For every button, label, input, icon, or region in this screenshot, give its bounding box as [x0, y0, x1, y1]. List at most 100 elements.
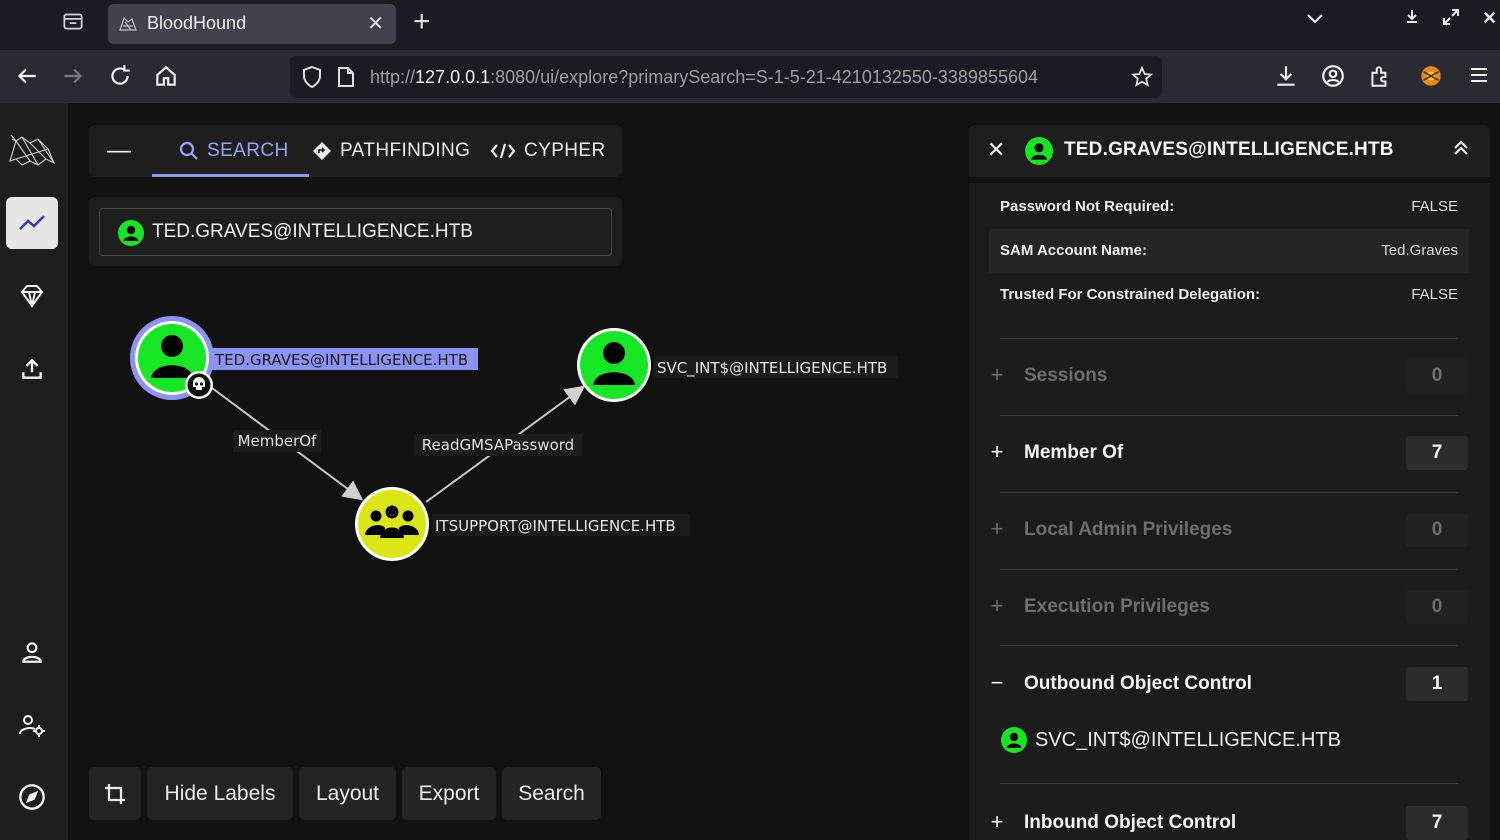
explore-nav-icon[interactable] [6, 197, 58, 249]
code-icon [490, 143, 516, 159]
back-icon[interactable] [14, 63, 40, 89]
collapse-icon: − [990, 670, 1004, 695]
tab-list-icon[interactable] [60, 8, 88, 36]
new-tab-button[interactable]: + [413, 5, 431, 39]
property-key: Trusted For Constrained Delegation: [1000, 286, 1261, 303]
shield-icon[interactable] [301, 65, 323, 94]
reload-icon[interactable] [107, 63, 133, 89]
outbound-object-label: SVC_INT$@INTELLIGENCE.HTB [1035, 728, 1341, 751]
search-input[interactable]: TED.GRAVES@INTELLIGENCE.HTB [99, 208, 612, 256]
graph-view[interactable]: MemberOf ReadGMSAPassword TED.GRAVES@INT… [68, 280, 968, 750]
extension-badge-icon[interactable] [1418, 63, 1444, 89]
admin-settings-icon[interactable] [6, 699, 58, 751]
section-label: Local Admin Privileges [1024, 519, 1233, 540]
user-node-icon [1001, 727, 1027, 753]
outbound-object-item[interactable]: SVC_INT$@INTELLIGENCE.HTB [1001, 727, 1341, 753]
node-label-svc-int-text: SVC_INT$@INTELLIGENCE.HTB [657, 359, 887, 378]
group-management-gem-icon[interactable] [6, 270, 58, 322]
graph-node-label-itsupport: ITSUPPORT@INTELLIGENCE.HTB [432, 514, 690, 536]
maximize-window-icon[interactable] [1442, 8, 1460, 31]
bookmark-star-icon[interactable] [1130, 65, 1154, 94]
tab-close-icon[interactable]: ✕ [367, 11, 384, 36]
expand-icon: + [990, 439, 1004, 464]
property-key: SAM Account Name: [1000, 242, 1147, 259]
section-outbound-object-control[interactable]: − Outbound Object Control 1 [989, 664, 1469, 704]
property-value: FALSE [1411, 198, 1458, 215]
tab-title: BloodHound [147, 13, 247, 33]
menu-icon[interactable] [1467, 63, 1493, 89]
app-sidebar [0, 103, 68, 840]
search-mode-tabs: — SEARCH PATHFINDING CYPHER [89, 125, 622, 177]
layout-button[interactable]: Layout [299, 767, 396, 820]
section-label: Sessions [1024, 365, 1108, 386]
user-node-icon [118, 220, 144, 251]
graph-node-label-ted-graves: TED.GRAVES@INTELLIGENCE.HTB [212, 348, 478, 370]
section-inbound-object-control[interactable]: + Inbound Object Control 7 [989, 803, 1469, 840]
tab-pathfinding[interactable]: PATHFINDING [312, 140, 470, 162]
property-value: Ted.Graves [1381, 242, 1458, 259]
url-host: 127.0.0.1 [415, 67, 491, 87]
tab-cypher-label: CYPHER [524, 140, 606, 161]
active-tab-indicator [152, 174, 309, 177]
account-icon[interactable] [1320, 63, 1346, 89]
section-member-of[interactable]: + Member Of 7 [989, 433, 1469, 473]
page-info-icon[interactable] [337, 66, 355, 93]
section-count: 0 [1406, 513, 1468, 547]
upload-icon[interactable] [6, 343, 58, 395]
divider [1000, 338, 1458, 339]
graph-node-svc-int[interactable] [577, 328, 651, 402]
home-icon[interactable] [153, 63, 179, 89]
diamond-arrow-icon [313, 142, 331, 160]
section-local-admin-privileges[interactable]: + Local Admin Privileges 0 [989, 510, 1469, 550]
profile-icon[interactable] [6, 626, 58, 678]
extensions-icon[interactable] [1367, 63, 1393, 89]
hide-labels-button[interactable]: Hide Labels [147, 767, 293, 820]
compass-icon[interactable] [6, 771, 58, 823]
property-row: Password Not Required: FALSE [989, 185, 1469, 229]
collapse-panel-icon[interactable] [1452, 138, 1470, 163]
browser-tab[interactable]: BloodHound ✕ [108, 4, 396, 44]
downloads-icon[interactable] [1273, 63, 1299, 89]
property-row: Trusted For Constrained Delegation: FALS… [989, 273, 1469, 317]
divider [1000, 783, 1458, 784]
section-count: 0 [1406, 590, 1468, 624]
divider [1000, 645, 1458, 646]
url-text: http://127.0.0.1:8080/ui/explore?primary… [370, 67, 1110, 88]
graph-node-ted-graves[interactable] [130, 316, 214, 400]
property-key: Password Not Required: [1000, 198, 1175, 215]
section-sessions[interactable]: + Sessions 0 [989, 356, 1469, 396]
browser-tab-bar: BloodHound ✕ + ✕ [0, 0, 1500, 50]
graph-node-label-svc-int: SVC_INT$@INTELLIGENCE.HTB [654, 356, 898, 378]
crop-button[interactable] [89, 767, 141, 820]
search-panel: TED.GRAVES@INTELLIGENCE.HTB [89, 197, 622, 266]
divider [1000, 492, 1458, 493]
minimize-window-icon[interactable] [1404, 8, 1420, 29]
close-window-icon[interactable]: ✕ [1482, 8, 1497, 29]
expand-icon: + [990, 516, 1004, 541]
section-count: 7 [1406, 806, 1468, 840]
close-panel-icon[interactable]: ✕ [987, 137, 1005, 163]
url-bar[interactable]: http://127.0.0.1:8080/ui/explore?primary… [290, 56, 1162, 98]
bloodhound-logo-icon[interactable] [6, 125, 58, 177]
graph-search-button[interactable]: Search [502, 767, 601, 820]
section-count: 0 [1406, 359, 1468, 393]
export-button[interactable]: Export [402, 767, 496, 820]
edge-label-readgmsapassword-text: ReadGMSAPassword [422, 436, 574, 454]
section-count: 7 [1406, 436, 1468, 470]
url-path: :8080/ui/explore?primarySearch=S-1-5-21-… [490, 67, 1038, 87]
search-input-value: TED.GRAVES@INTELLIGENCE.HTB [152, 221, 473, 242]
edge-label-memberof-text: MemberOf [238, 432, 318, 450]
forward-icon[interactable] [60, 63, 86, 89]
list-all-tabs-icon[interactable] [1305, 8, 1325, 33]
search-icon [179, 141, 198, 160]
expand-icon: + [990, 362, 1004, 387]
divider [1000, 415, 1458, 416]
tab-cypher[interactable]: CYPHER [490, 140, 606, 162]
user-node-icon [1025, 137, 1053, 170]
tab-search[interactable]: SEARCH [179, 140, 289, 162]
expand-icon: + [990, 593, 1004, 618]
graph-node-itsupport[interactable] [355, 487, 429, 561]
section-execution-privileges[interactable]: + Execution Privileges 0 [989, 587, 1469, 627]
collapse-search-icon[interactable]: — [107, 137, 131, 165]
divider [1000, 569, 1458, 570]
